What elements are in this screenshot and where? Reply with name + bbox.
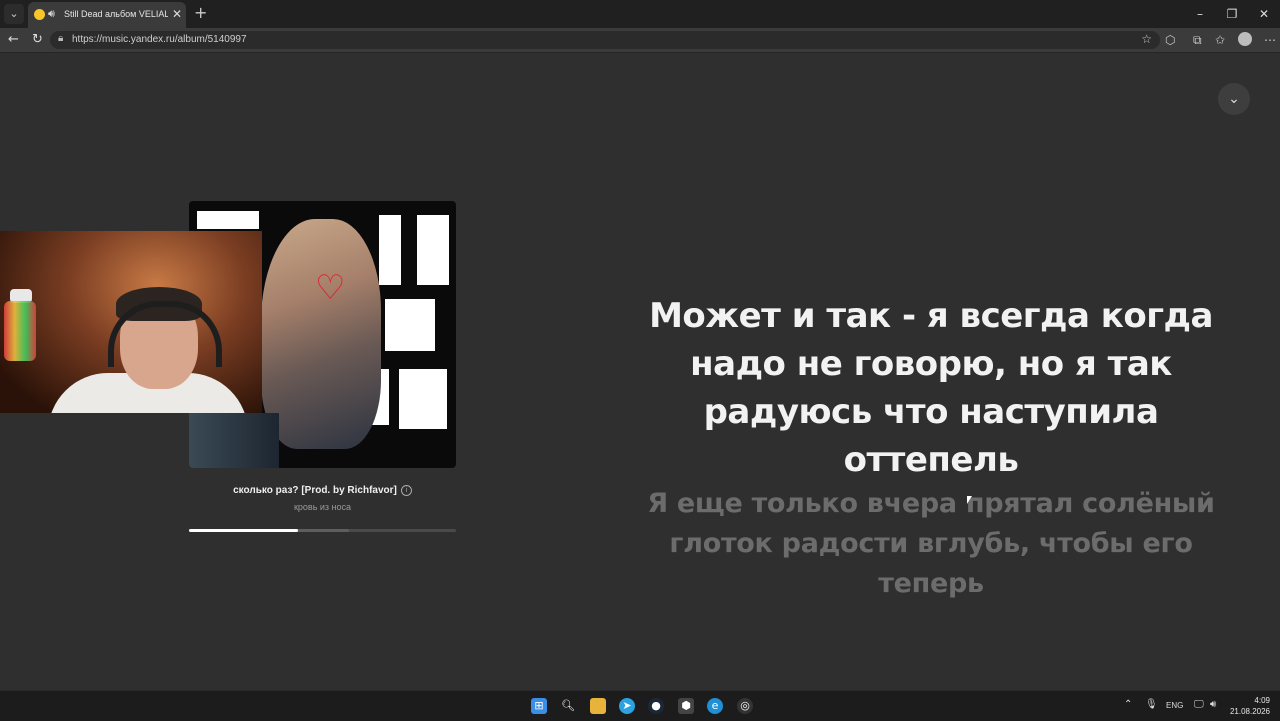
window-controls: – ❐ ✕ <box>1184 0 1280 28</box>
app-icon[interactable]: ⬢ <box>678 698 694 714</box>
navigation-bar: ← ↻ 🔒︎ https://music.yandex.ru/album/514… <box>0 28 1280 53</box>
speaker-icon[interactable]: 🔊︎ <box>48 7 55 21</box>
info-icon[interactable]: i <box>400 485 412 496</box>
search-icon[interactable]: 🔍︎ <box>560 698 576 714</box>
language-indicator[interactable]: ENG <box>1166 701 1183 710</box>
track-title-row[interactable]: сколько раз? [Prod. by Richfavor] i <box>189 485 456 496</box>
close-icon[interactable]: ✕ <box>172 7 182 21</box>
address-bar[interactable]: 🔒︎ https://music.yandex.ru/album/5140997… <box>50 31 1160 49</box>
webcam-overlay <box>0 231 262 413</box>
lyric-line-next[interactable]: Я еще только вчера прятал солёный глоток… <box>620 484 1242 604</box>
split-screen-icon[interactable]: ⧉ <box>1193 32 1202 48</box>
tab-bar: ⌄ 🔊︎ Still Dead альбом VELIAL SQUAD ✕ + … <box>0 0 1280 28</box>
window-close-button[interactable]: ✕ <box>1248 0 1280 28</box>
collapse-player-button[interactable]: ⌄ <box>1218 83 1250 115</box>
mouse-cursor <box>967 496 972 504</box>
taskbar: ⊞ 🔍︎ ➤ ● ⬢ e ◎ ⌃ 🎙︎ ENG 🖵︎ 🔊︎ 4:09 21.08… <box>0 690 1280 721</box>
track-artist[interactable]: кровь из носа <box>189 502 456 512</box>
clock-time: 4:09 <box>1254 696 1270 705</box>
progress-fill <box>189 529 299 532</box>
url-text[interactable]: https://music.yandex.ru/album/5140997 <box>72 34 247 45</box>
telegram-icon[interactable]: ➤ <box>619 698 635 714</box>
yandex-music-favicon-icon <box>34 9 45 20</box>
steam-icon[interactable]: ● <box>648 698 664 714</box>
restore-button[interactable]: ❐ <box>1216 0 1248 28</box>
tab-title: Still Dead альбом VELIAL SQUAD <box>64 9 168 19</box>
more-menu-icon[interactable]: ⋯ <box>1264 32 1276 48</box>
tab-actions-menu[interactable]: ⌄ <box>4 4 24 24</box>
minimize-button[interactable]: – <box>1184 0 1216 28</box>
favorite-star-icon[interactable]: ☆ <box>1141 32 1152 46</box>
track-title[interactable]: сколько раз? [Prod. by Richfavor] <box>233 485 397 496</box>
back-button[interactable]: ← <box>8 31 19 49</box>
system-clock[interactable]: 4:09 21.08.2026 <box>1230 695 1270 717</box>
favorites-icon[interactable]: ✩ <box>1215 32 1225 48</box>
new-tab-button[interactable]: + <box>194 4 207 22</box>
lyric-line-active[interactable]: Может и так - я всегда когда надо не гов… <box>620 292 1242 484</box>
playback-progress-bar[interactable] <box>189 529 456 532</box>
network-icon[interactable]: 🖵︎ <box>1194 699 1204 710</box>
start-windows-icon[interactable]: ⊞ <box>531 698 547 714</box>
file-explorer-icon[interactable] <box>590 698 606 714</box>
site-info-icon[interactable]: 🔒︎ <box>58 33 63 44</box>
volume-icon[interactable]: 🔊︎ <box>1210 699 1216 710</box>
heart-icon: ♡ <box>315 268 346 308</box>
browser-tab[interactable]: 🔊︎ Still Dead альбом VELIAL SQUAD ✕ <box>28 2 186 28</box>
refresh-button[interactable]: ↻ <box>32 31 43 49</box>
edge-browser-icon[interactable]: e <box>707 698 723 714</box>
recording-app-icon[interactable]: ◎ <box>737 698 753 714</box>
extensions-icon[interactable]: ⬡ <box>1165 32 1175 48</box>
lyrics-panel: Может и так - я всегда когда надо не гов… <box>620 292 1242 604</box>
profile-avatar[interactable] <box>1238 32 1252 46</box>
clock-date: 21.08.2026 <box>1229 707 1270 716</box>
microphone-icon[interactable]: 🎙︎ <box>1145 699 1158 710</box>
chevron-up-icon[interactable]: ⌃ <box>1124 699 1132 710</box>
